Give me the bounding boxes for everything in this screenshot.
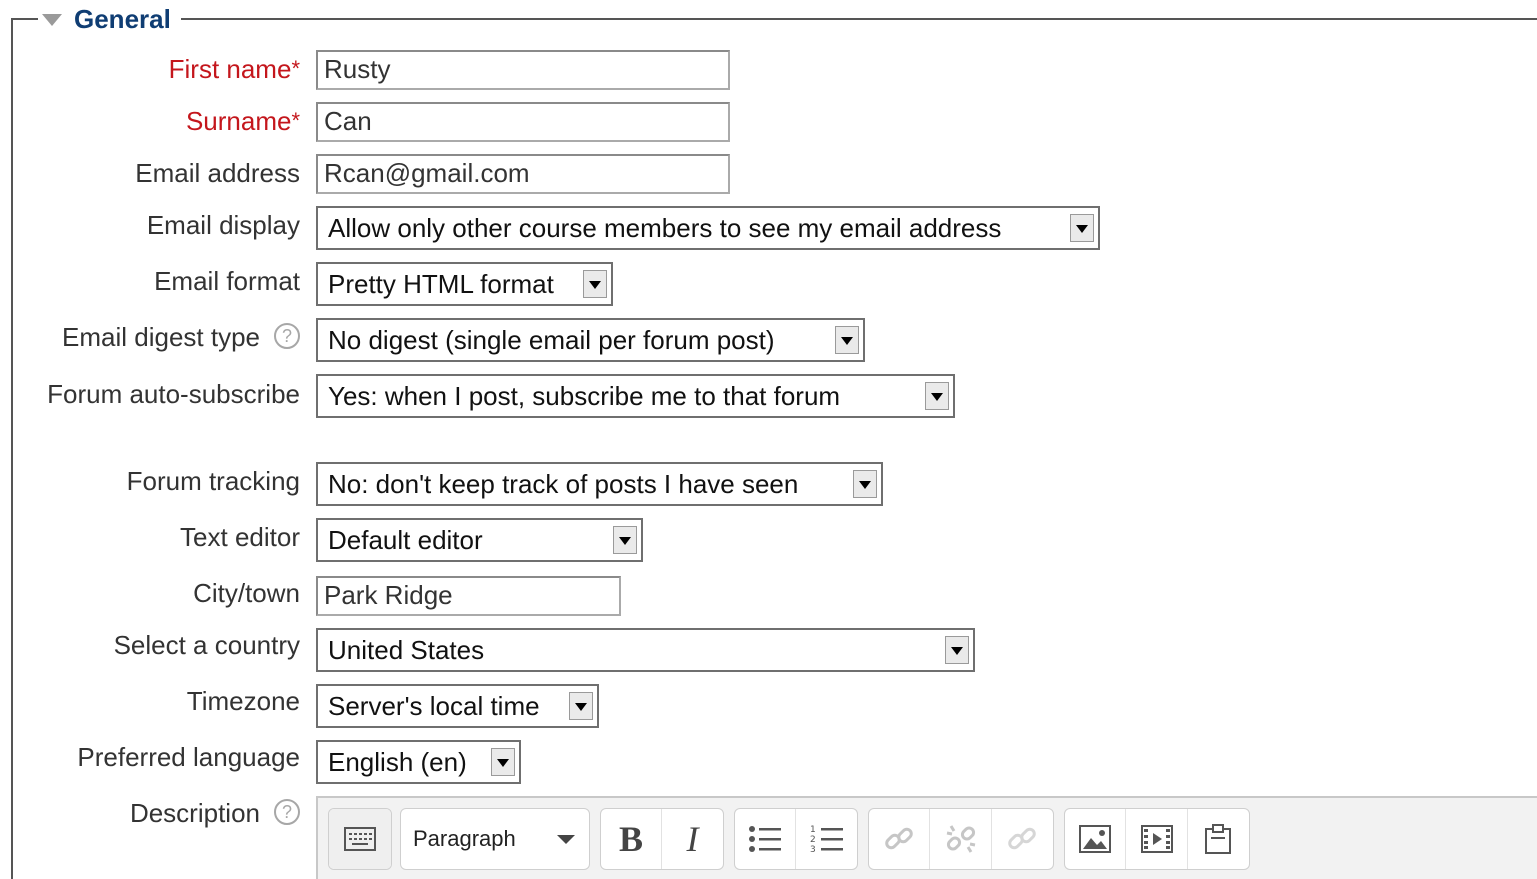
insert-image-button[interactable] — [1065, 809, 1127, 869]
email-display-selected: Allow only other course members to see m… — [328, 213, 1002, 243]
fieldset-border-top — [11, 18, 1537, 20]
svg-text:3: 3 — [810, 845, 816, 855]
surname-input[interactable]: Can — [316, 102, 730, 142]
first-name-label-text: First name — [168, 54, 292, 84]
description-editor[interactable]: Paragraph B I 123 — [316, 796, 1537, 879]
anchor-link-icon — [1008, 827, 1037, 850]
dropdown-arrow-icon[interactable] — [613, 526, 637, 554]
forum-autosubscribe-select[interactable]: Yes: when I post, subscribe me to that f… — [316, 374, 955, 418]
text-editor-selected: Default editor — [328, 525, 483, 555]
first-name-input[interactable]: Rusty — [316, 50, 730, 90]
description-label-text: Description — [129, 798, 260, 828]
email-digest-label: Email digest type? — [62, 322, 300, 352]
chevron-down-icon — [557, 834, 575, 844]
city-label: City/town — [193, 578, 300, 608]
dropdown-arrow-icon[interactable] — [925, 382, 949, 410]
toolbar-group-paragraph: Paragraph — [400, 808, 590, 870]
toolbar-group-lists: 123 — [734, 808, 858, 870]
forum-autosubscribe-label: Forum auto-subscribe — [47, 379, 300, 409]
text-editor-select[interactable]: Default editor — [316, 518, 643, 562]
image-icon — [1079, 825, 1112, 853]
required-asterisk: * — [291, 56, 300, 81]
bullet-list-icon — [749, 826, 781, 852]
section-title: General — [74, 3, 171, 34]
forum-tracking-label: Forum tracking — [126, 466, 300, 496]
email-address-input[interactable]: Rcan@gmail.com — [316, 154, 730, 194]
forum-autosubscribe-selected: Yes: when I post, subscribe me to that f… — [328, 381, 841, 411]
email-address-label: Email address — [135, 158, 300, 188]
forum-tracking-select[interactable]: No: don't keep track of posts I have see… — [316, 462, 883, 506]
language-label: Preferred language — [77, 742, 300, 772]
timezone-select[interactable]: Server's local time — [316, 684, 599, 728]
italic-icon: I — [686, 819, 699, 859]
bold-button[interactable]: B — [601, 809, 663, 869]
country-selected: United States — [328, 635, 485, 665]
toolbar-toggle-icon[interactable] — [329, 809, 391, 869]
dropdown-arrow-icon[interactable] — [583, 270, 607, 298]
link-button[interactable] — [869, 809, 931, 869]
toolbar-group-toggle — [328, 808, 392, 870]
timezone-selected: Server's local time — [328, 691, 540, 721]
numbered-list-button[interactable]: 123 — [796, 809, 857, 869]
required-asterisk: * — [291, 108, 300, 133]
help-icon[interactable]: ? — [274, 799, 300, 826]
anchor-link-button[interactable] — [992, 809, 1053, 869]
svg-text:2: 2 — [810, 835, 816, 845]
email-format-selected: Pretty HTML format — [328, 269, 554, 299]
toolbar-group-links — [868, 808, 1054, 870]
bold-icon: B — [619, 819, 644, 859]
link-icon — [885, 827, 913, 850]
surname-label: Surname* — [186, 106, 300, 136]
section-legend[interactable]: General — [38, 2, 181, 36]
svg-text:1: 1 — [810, 825, 816, 835]
dropdown-arrow-icon[interactable] — [835, 326, 859, 354]
email-display-select[interactable]: Allow only other course members to see m… — [316, 206, 1100, 250]
timezone-label: Timezone — [186, 686, 300, 716]
toolbar-group-media — [1064, 808, 1250, 870]
paragraph-format-select[interactable]: Paragraph — [401, 809, 589, 869]
forum-tracking-selected: No: don't keep track of posts I have see… — [328, 469, 799, 499]
media-icon — [1140, 825, 1173, 853]
italic-button[interactable]: I — [662, 809, 723, 869]
country-select[interactable]: United States — [316, 628, 975, 672]
email-format-select[interactable]: Pretty HTML format — [316, 262, 613, 306]
surname-label-text: Surname — [185, 106, 292, 136]
email-digest-selected: No digest (single email per forum post) — [328, 325, 775, 355]
language-select[interactable]: English (en) — [316, 740, 521, 784]
unlink-button[interactable] — [930, 809, 992, 869]
dropdown-arrow-icon[interactable] — [945, 636, 969, 664]
email-digest-label-text: Email digest type — [62, 322, 260, 352]
dropdown-arrow-icon[interactable] — [1070, 214, 1094, 242]
toolbar-group-style: B I — [600, 808, 724, 870]
email-display-label: Email display — [146, 210, 300, 240]
email-format-label: Email format — [154, 266, 300, 296]
paragraph-format-label: Paragraph — [413, 826, 516, 851]
bullet-list-button[interactable] — [735, 809, 797, 869]
email-digest-select[interactable]: No digest (single email per forum post) — [316, 318, 865, 362]
help-icon[interactable]: ? — [274, 323, 300, 350]
paste-button[interactable] — [1188, 809, 1249, 869]
city-input[interactable]: Park Ridge — [316, 576, 621, 616]
numbered-list-icon: 123 — [810, 825, 843, 855]
paste-icon — [1205, 824, 1232, 854]
language-selected: English (en) — [328, 747, 467, 777]
country-label: Select a country — [113, 630, 300, 660]
collapse-triangle-icon[interactable] — [42, 14, 62, 26]
insert-media-button[interactable] — [1126, 809, 1188, 869]
dropdown-arrow-icon[interactable] — [491, 748, 515, 776]
first-name-label: First name* — [169, 54, 300, 84]
fieldset-border-left — [11, 18, 13, 879]
text-editor-label: Text editor — [180, 522, 300, 552]
dropdown-arrow-icon[interactable] — [853, 470, 877, 498]
description-label: Description? — [130, 798, 300, 828]
dropdown-arrow-icon[interactable] — [569, 692, 593, 720]
unlink-icon — [946, 825, 975, 853]
